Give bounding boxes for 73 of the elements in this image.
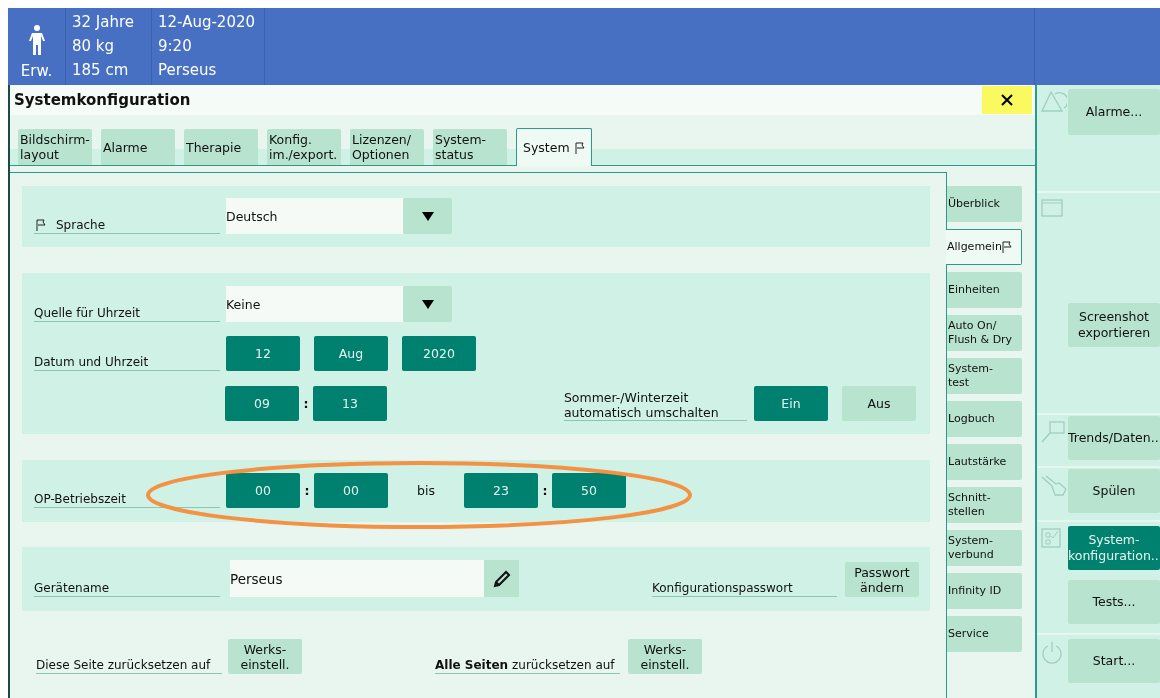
power-icon (1041, 641, 1063, 665)
hour-field[interactable]: 23 (464, 473, 538, 508)
side-tab[interactable]: Lautstärke (947, 444, 1022, 480)
sidebar-button[interactable]: Tests... (1068, 580, 1160, 624)
tab[interactable]: Lizenzen/ Optionen (350, 129, 424, 165)
field-label: Datum und Uhrzeit (34, 355, 220, 371)
device-name-text: Perseus (158, 60, 218, 81)
edit-button[interactable] (484, 560, 519, 597)
sidebar-button[interactable]: Screenshot exportieren (1068, 303, 1160, 347)
month-field[interactable]: Aug (314, 336, 388, 371)
patient-height: 185 cm (72, 60, 130, 81)
hour-field[interactable]: 00 (226, 473, 300, 508)
label-text: Sprache (56, 218, 106, 232)
day-field[interactable]: 12 (226, 336, 300, 371)
side-tab[interactable]: Allgemein (946, 229, 1022, 265)
tab[interactable]: System (516, 128, 592, 166)
date-text: 12-Aug-2020 (158, 12, 257, 33)
time-text: 9:20 (158, 36, 193, 57)
tab[interactable]: Konfig. im./export. (267, 129, 341, 165)
close-icon (1001, 94, 1013, 106)
pencil-icon (491, 568, 512, 589)
field-label: Diese Seite zurücksetzen auf (36, 658, 222, 674)
tab[interactable]: Therapie (184, 129, 258, 165)
patient-weight: 80 kg (72, 36, 116, 57)
dropdown-arrow-icon (421, 211, 434, 221)
side-tab[interactable]: System- test (947, 358, 1022, 394)
time-separator: : (302, 396, 310, 411)
toggle-button[interactable]: Ein (754, 386, 828, 421)
tab[interactable]: Alarme (101, 129, 175, 165)
tab[interactable]: System- status (433, 129, 507, 165)
field-label: Quelle für Uhrzeit (34, 306, 220, 322)
person-icon (28, 25, 45, 55)
device-name-field[interactable]: Perseus (230, 560, 484, 597)
side-tab[interactable]: Überblick (947, 186, 1022, 222)
side-tab[interactable]: Auto On/ Flush & Dry (947, 315, 1022, 351)
sidebar-button[interactable]: Trends/Daten... (1068, 416, 1160, 460)
field-label: OP-Betriebszeit (34, 492, 220, 508)
dialog-title: Systemkonfiguration (14, 91, 191, 109)
change-password-button[interactable]: Passwort ändern (845, 562, 919, 597)
close-button[interactable] (982, 86, 1032, 114)
patient-age: 32 Jahre (72, 12, 136, 33)
sidebar-button[interactable]: Start... (1068, 639, 1160, 683)
side-tab[interactable]: Einheiten (947, 272, 1022, 308)
time-separator: : (541, 483, 549, 498)
minute-field[interactable]: 00 (314, 473, 388, 508)
factory-reset-button[interactable]: Werks- einstell. (628, 639, 702, 674)
sidebar-button[interactable]: Alarme... (1068, 89, 1160, 135)
minute-field[interactable]: 50 (552, 473, 626, 508)
field-label: Alle Seiten zurücksetzen auf (435, 658, 620, 674)
side-tab[interactable]: Infinity ID (947, 573, 1022, 609)
year-field[interactable]: 2020 (402, 336, 476, 371)
tab[interactable]: Bildschirm- layout (18, 129, 92, 165)
time-separator: : (303, 483, 311, 498)
minute-field[interactable]: 13 (312, 386, 387, 421)
side-tab[interactable]: System- verbund (947, 530, 1022, 566)
sidebar-button[interactable]: Spülen (1068, 469, 1160, 513)
field-label: Sommer-/Winterzeit automatisch umschalten (563, 390, 747, 421)
side-tab[interactable]: Schnitt- stellen (947, 487, 1022, 523)
side-tab[interactable]: Service (947, 616, 1022, 652)
side-tab[interactable]: Logbuch (947, 401, 1022, 437)
patient-category: Erw. (20, 61, 53, 82)
factory-reset-button[interactable]: Werks- einstell. (228, 639, 302, 674)
checklist-icon (1041, 528, 1061, 548)
field-label: Gerätename (34, 581, 220, 597)
triangle-icon (1041, 91, 1067, 113)
search-icon (1041, 421, 1065, 443)
hour-field[interactable]: 09 (225, 386, 300, 421)
range-word: bis (416, 483, 436, 498)
window-icon (1041, 199, 1063, 217)
sidebar-button[interactable]: System- konfiguration... (1068, 526, 1160, 570)
field-label: Konfigurationspasswort (652, 581, 837, 597)
toggle-button[interactable]: Aus (842, 386, 916, 421)
dropdown-arrow-icon (421, 299, 434, 309)
